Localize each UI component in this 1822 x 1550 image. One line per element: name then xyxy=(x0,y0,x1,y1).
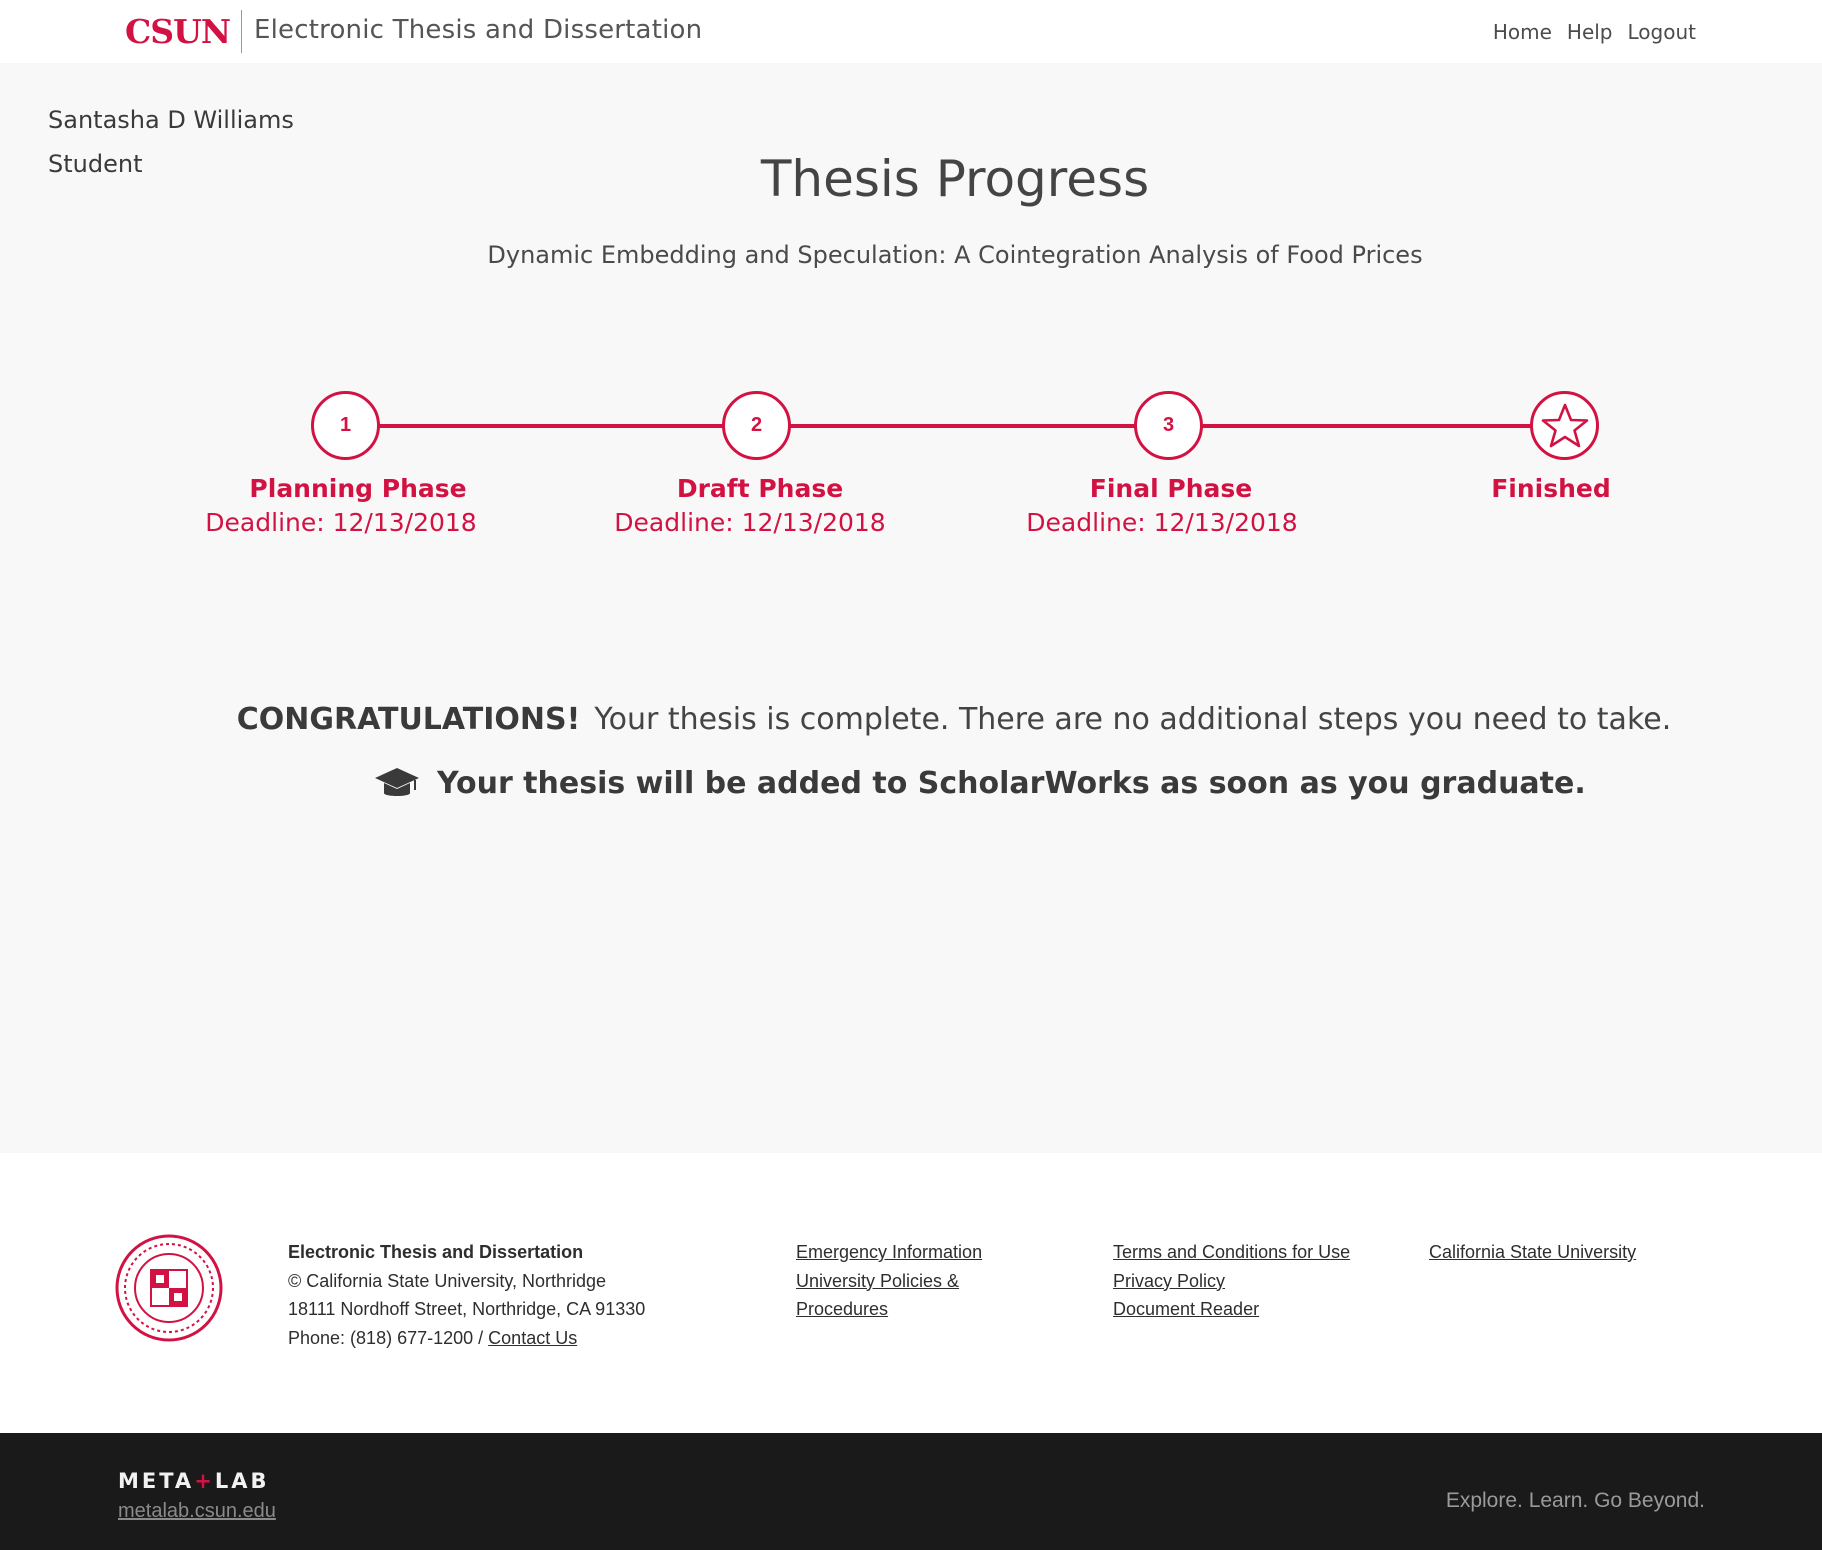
tagline: Explore. Learn. Go Beyond. xyxy=(1445,1489,1705,1512)
footer-phone: Phone: (818) 677-1200 / xyxy=(288,1327,484,1348)
emergency-information-link[interactable]: Emergency Information xyxy=(796,1238,982,1267)
footer-phone-line: Phone: (818) 677-1200 / Contact Us xyxy=(288,1324,645,1353)
footer-links-column-3: California State University xyxy=(1429,1238,1636,1267)
step-1-number: 1 xyxy=(339,414,352,436)
footer-address: 18111 Nordhoff Street, Northridge, CA 91… xyxy=(288,1299,646,1319)
step-3-deadline: Deadline: 12/13/2018 xyxy=(1026,508,1298,537)
contact-us-link[interactable]: Contact Us xyxy=(488,1328,577,1348)
step-finished-circle xyxy=(1530,391,1599,460)
procedures-link[interactable]: Procedures xyxy=(796,1295,982,1324)
step-2-deadline: Deadline: 12/13/2018 xyxy=(614,508,886,537)
step-2-circle: 2 xyxy=(722,391,791,460)
top-nav: Home Help Logout xyxy=(1493,20,1696,44)
completion-text: Your thesis is complete. There are no ad… xyxy=(594,702,1672,737)
footer-org-title: Electronic Thesis and Dissertation xyxy=(288,1242,584,1262)
header-divider xyxy=(241,10,242,53)
csun-logo[interactable]: CSUN xyxy=(125,12,231,51)
step-finished-label: Finished xyxy=(1491,474,1611,503)
scholarworks-text: Your thesis will be added to ScholarWork… xyxy=(437,765,1586,801)
step-1-circle: 1 xyxy=(311,391,380,460)
nav-home-link[interactable]: Home xyxy=(1493,20,1552,44)
top-header: CSUN Electronic Thesis and Dissertation … xyxy=(0,0,1822,63)
footer-links-column-2: Terms and Conditions for Use Privacy Pol… xyxy=(1113,1238,1350,1324)
metalab-url-link[interactable]: metalab.csun.edu xyxy=(118,1500,276,1523)
nav-help-link[interactable]: Help xyxy=(1567,20,1613,44)
nav-logout-link[interactable]: Logout xyxy=(1628,20,1696,44)
step-3-number: 3 xyxy=(1162,414,1175,436)
metalab-logo-meta: META xyxy=(118,1469,195,1493)
terms-and-conditions-link[interactable]: Terms and Conditions for Use xyxy=(1113,1238,1350,1267)
congratulations-heading: CONGRATULATIONS! xyxy=(236,702,581,737)
metalab-logo[interactable]: META+LAB xyxy=(118,1469,269,1493)
footer-info-column: Electronic Thesis and Dissertation © Cal… xyxy=(288,1238,645,1352)
footer-links-column-1: Emergency Information University Policie… xyxy=(796,1238,982,1324)
star-icon xyxy=(1541,403,1588,447)
metalab-logo-lab: LAB xyxy=(214,1469,270,1493)
progress-track-segment-3 xyxy=(1202,424,1532,428)
app-title: Electronic Thesis and Dissertation xyxy=(254,15,703,45)
california-state-university-link[interactable]: California State University xyxy=(1429,1238,1636,1267)
privacy-policy-link[interactable]: Privacy Policy xyxy=(1113,1267,1350,1296)
step-1-deadline: Deadline: 12/13/2018 xyxy=(205,508,477,537)
step-2-number: 2 xyxy=(750,414,763,436)
thesis-title: Dynamic Embedding and Speculation: A Coi… xyxy=(487,241,1423,269)
graduation-cap-icon xyxy=(375,768,419,796)
step-3-label: Final Phase xyxy=(1089,474,1253,503)
progress-track-segment-1 xyxy=(379,424,724,428)
step-2-label: Draft Phase xyxy=(676,474,844,503)
scholarworks-message: Your thesis will be added to ScholarWork… xyxy=(373,764,1586,802)
footer-copyright: © California State University, Northridg… xyxy=(288,1270,607,1291)
user-name: Santasha D Williams xyxy=(48,106,294,134)
step-1-label: Planning Phase xyxy=(249,474,467,503)
university-policies-link[interactable]: University Policies & xyxy=(796,1267,982,1296)
congratulations-message: CONGRATULATIONS! Your thesis is complete.… xyxy=(0,702,1822,737)
university-seal-icon xyxy=(115,1234,223,1342)
document-reader-link[interactable]: Document Reader xyxy=(1113,1295,1350,1324)
progress-track-segment-2 xyxy=(790,424,1135,428)
page-title: Thesis Progress xyxy=(760,150,1150,208)
step-3-circle: 3 xyxy=(1134,391,1203,460)
metalab-logo-plus: + xyxy=(194,1469,215,1493)
